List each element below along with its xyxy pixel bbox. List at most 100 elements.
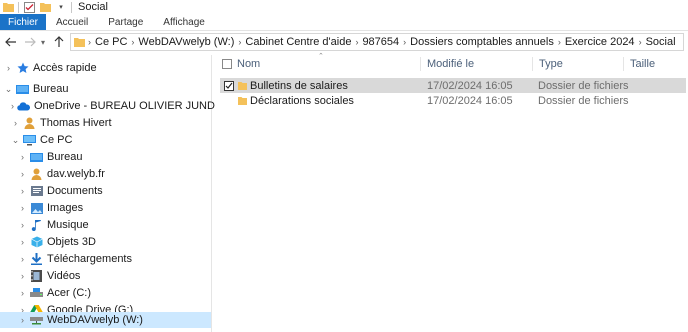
file-name: Bulletins de salaires [250,79,348,92]
tree-item-webdav[interactable]: › WebDAVwelyb (W:) [0,312,211,328]
tree-label: Thomas Hivert [40,117,112,129]
new-folder-icon[interactable] [39,1,51,13]
tree-item-images[interactable]: › Images [0,200,211,216]
file-name: Déclarations sociales [250,94,354,107]
chevron-right-icon[interactable]: › [18,220,27,230]
tab-fichier[interactable]: Fichier [0,14,47,30]
divider [18,1,19,13]
window-title: Social [78,1,108,13]
navigation-pane: › Accès rapide ⌄ Bureau › OneDrive - BUR… [0,55,215,332]
chevron-right-icon[interactable]: › [18,186,27,196]
video-icon [30,270,43,283]
tab-affichage[interactable]: Affichage [153,14,215,30]
tree-label: Accès rapide [33,62,97,74]
breadcrumb-dossiers[interactable]: Dossiers comptables annuels [407,36,557,48]
folder-icon [74,37,85,47]
tree-item-acer-c[interactable]: › Acer (C:) [0,285,211,301]
tree-label: WebDAVwelyb (W:) [47,314,143,326]
row-checkbox[interactable] [224,78,234,93]
column-modified[interactable]: Modifié le [421,55,533,73]
chevron-right-icon[interactable]: › [18,254,27,264]
column-header-row: ⌃ Nom Modifié le Type Taille [213,53,688,73]
tree-item-videos[interactable]: › Vidéos [0,268,211,284]
file-row[interactable]: Déclarations sociales 17/02/2024 16:05 D… [220,93,686,108]
tree-item-objets-3d[interactable]: › Objets 3D [0,234,211,250]
chevron-down-icon[interactable]: ⌄ [4,84,13,94]
tree-label: Bureau [33,83,69,95]
tree-item-bureau-root[interactable]: ⌄ Bureau [0,81,211,97]
tree-label: Bureau [47,151,83,163]
tab-partage[interactable]: Partage [98,14,153,30]
chevron-right-icon[interactable]: › [18,169,27,179]
tree-item-acces-rapide[interactable]: › Accès rapide [0,60,211,76]
customize-toolbar-icon[interactable]: ▾ [55,1,67,13]
breadcrumb-ce-pc[interactable]: Ce PC [92,36,130,48]
column-name[interactable]: Nom [231,55,421,73]
tree-label: Images [47,202,84,214]
tree-label: dav.welyb.fr [47,168,105,180]
recent-locations-button[interactable]: ▾ [38,34,48,50]
file-type: Dossier de fichiers [538,79,629,92]
desktop-icon [30,151,43,164]
chevron-right-icon[interactable]: › [11,101,14,111]
tree-label: Musique [47,219,89,231]
cube-icon [30,236,43,249]
breadcrumb-exercice[interactable]: Exercice 2024 [562,36,638,48]
cloud-icon [17,100,30,113]
tree-item-dav-welyb[interactable]: › dav.welyb.fr [0,166,211,182]
tree-item-ce-pc[interactable]: ⌄ Ce PC [0,132,211,148]
properties-icon[interactable] [23,1,35,13]
tree-item-bureau[interactable]: › Bureau [0,149,211,165]
chevron-down-icon[interactable]: ⌄ [11,135,20,145]
breadcrumb-social[interactable]: Social [643,36,679,48]
chevron-right-icon[interactable]: › [18,315,27,325]
chevron-right-icon[interactable]: › [18,288,27,298]
folder-icon [238,78,247,93]
tree-item-thomas-hivert[interactable]: › Thomas Hivert [0,115,211,131]
chevron-right-icon[interactable]: › [18,203,27,213]
star-icon [16,62,29,75]
chevron-right-icon[interactable]: › [18,271,27,281]
tree-label: Objets 3D [47,236,96,248]
tree-item-telechargements[interactable]: › Téléchargements [0,251,211,267]
chevron-right-icon[interactable]: › [18,237,27,247]
tree-label: Téléchargements [47,253,132,265]
images-icon [30,202,43,215]
chevron-right-icon[interactable]: › [18,152,27,162]
column-type[interactable]: Type [533,55,624,73]
forward-button[interactable] [22,34,38,50]
drive-icon [30,287,43,300]
up-button[interactable] [51,34,67,50]
breadcrumb-webdav[interactable]: WebDAVwelyb (W:) [135,36,237,48]
file-row[interactable]: Bulletins de salaires 17/02/2024 16:05 D… [220,78,686,93]
checkmark-icon [224,80,234,91]
folder-icon [2,1,14,13]
title-bar: ▾ Social [0,0,688,14]
user-icon [30,168,43,181]
chevron-right-icon[interactable]: › [4,63,13,73]
navigation-bar: ▾ › Ce PC › WebDAVwelyb (W:) › Cabinet C… [0,31,688,53]
file-modified: 17/02/2024 16:05 [427,79,513,92]
ribbon-tabs: Fichier Accueil Partage Affichage [0,14,688,31]
column-size[interactable]: Taille [624,55,684,73]
file-list: ⌃ Nom Modifié le Type Taille Bulletins d… [213,53,688,332]
chevron-right-icon[interactable]: › [11,118,20,128]
tree-label: OneDrive - BUREAU OLIVIER JUND [34,100,215,112]
breadcrumb-cabinet[interactable]: Cabinet Centre d'aide [242,36,354,48]
address-bar[interactable]: › Ce PC › WebDAVwelyb (W:) › Cabinet Cen… [70,33,684,51]
download-icon [30,253,43,266]
tree-label: Vidéos [47,270,81,282]
computer-icon [23,134,36,147]
divider [71,1,72,13]
tree-item-documents[interactable]: › Documents [0,183,211,199]
file-modified: 17/02/2024 16:05 [427,94,513,107]
breadcrumb-987654[interactable]: 987654 [359,36,402,48]
back-button[interactable] [3,34,19,50]
folder-icon [238,93,247,108]
tab-accueil[interactable]: Accueil [46,14,98,30]
tree-item-musique[interactable]: › Musique [0,217,211,233]
file-type: Dossier de fichiers [538,94,629,107]
tree-label: Acer (C:) [47,287,91,299]
tree-item-onedrive[interactable]: › OneDrive - BUREAU OLIVIER JUND [0,98,215,114]
tree-label: Documents [47,185,103,197]
